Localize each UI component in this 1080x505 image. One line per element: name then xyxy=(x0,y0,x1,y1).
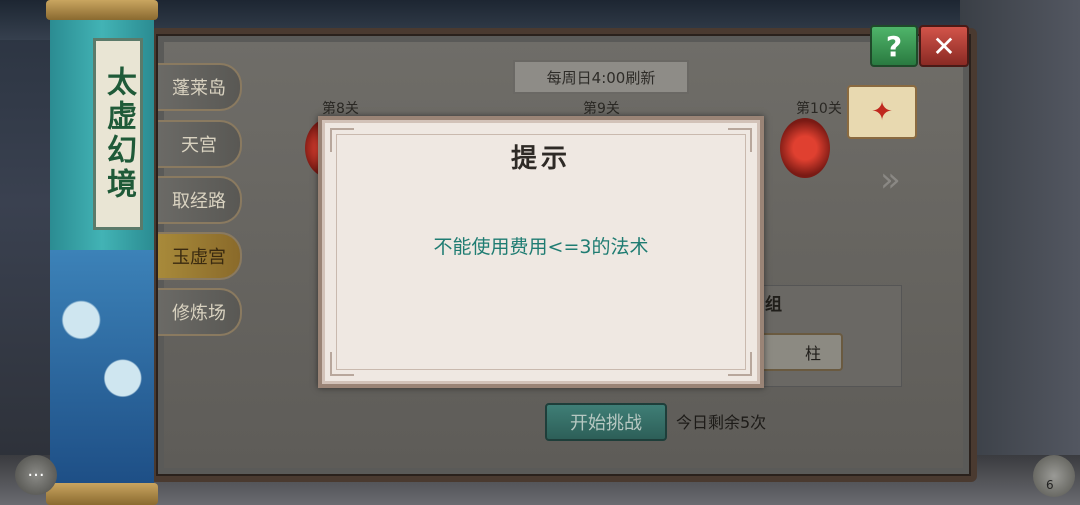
pillar-label: 柱 xyxy=(804,344,821,363)
tab-tiangong[interactable]: 天宫 xyxy=(158,120,242,168)
special-event-icon[interactable]: ✦ xyxy=(847,85,917,139)
scroll-title-text: 太虚幻境 xyxy=(101,66,136,202)
start-challenge-button[interactable]: 开始挑战 xyxy=(545,403,667,441)
scroll-title: 太虚幻境 xyxy=(93,38,143,230)
tab-label: 蓬莱岛 xyxy=(172,78,226,99)
stage-label: 第8关 xyxy=(322,101,359,117)
group-label: 组 xyxy=(765,295,782,315)
tab-label: 玉虚宫 xyxy=(172,247,226,268)
dialog-message: 不能使用费用<=3的法术 xyxy=(433,236,649,258)
start-challenge-label: 开始挑战 xyxy=(570,413,642,434)
tab-yuxugong[interactable]: 玉虚宫 xyxy=(158,232,242,280)
tab-label: 取经路 xyxy=(172,191,226,212)
stage-label: 第9关 xyxy=(583,101,620,117)
scroll-cap-bottom xyxy=(46,483,158,505)
tip-dialog[interactable]: 提示 不能使用费用<=3的法术 xyxy=(318,116,764,388)
dialog-title: 提示 xyxy=(510,144,571,174)
chat-icon: ··· xyxy=(27,464,45,486)
tab-label: 修炼场 xyxy=(172,303,226,324)
remaining-attempts: 今日剩余5次 xyxy=(676,413,767,432)
refresh-label: 每周日4:00刷新 xyxy=(513,60,689,94)
friends-count: 6 xyxy=(1046,478,1054,492)
close-button[interactable]: ✕ xyxy=(919,25,969,67)
pillar-button[interactable]: 柱 xyxy=(757,333,843,371)
close-icon: ✕ xyxy=(932,29,956,63)
tab-qujinglu[interactable]: 取经路 xyxy=(158,176,242,224)
tab-xiulianchang[interactable]: 修炼场 xyxy=(158,288,242,336)
question-icon: ? xyxy=(885,29,903,63)
tab-penglai[interactable]: 蓬莱岛 xyxy=(158,63,242,111)
stage-icon[interactable] xyxy=(780,118,830,178)
friends-button[interactable] xyxy=(1033,455,1075,497)
stage-label: 第10关 xyxy=(796,101,842,117)
corner-ornament xyxy=(728,352,752,376)
corner-ornament xyxy=(330,352,354,376)
wave-decoration xyxy=(50,250,154,483)
chevron-right-icon[interactable]: » xyxy=(880,160,901,200)
background-right xyxy=(960,0,1080,505)
chat-button[interactable]: ··· xyxy=(15,455,57,495)
tab-label: 天宫 xyxy=(181,135,217,156)
scroll-cap-top xyxy=(46,0,158,20)
help-button[interactable]: ? xyxy=(870,25,918,67)
